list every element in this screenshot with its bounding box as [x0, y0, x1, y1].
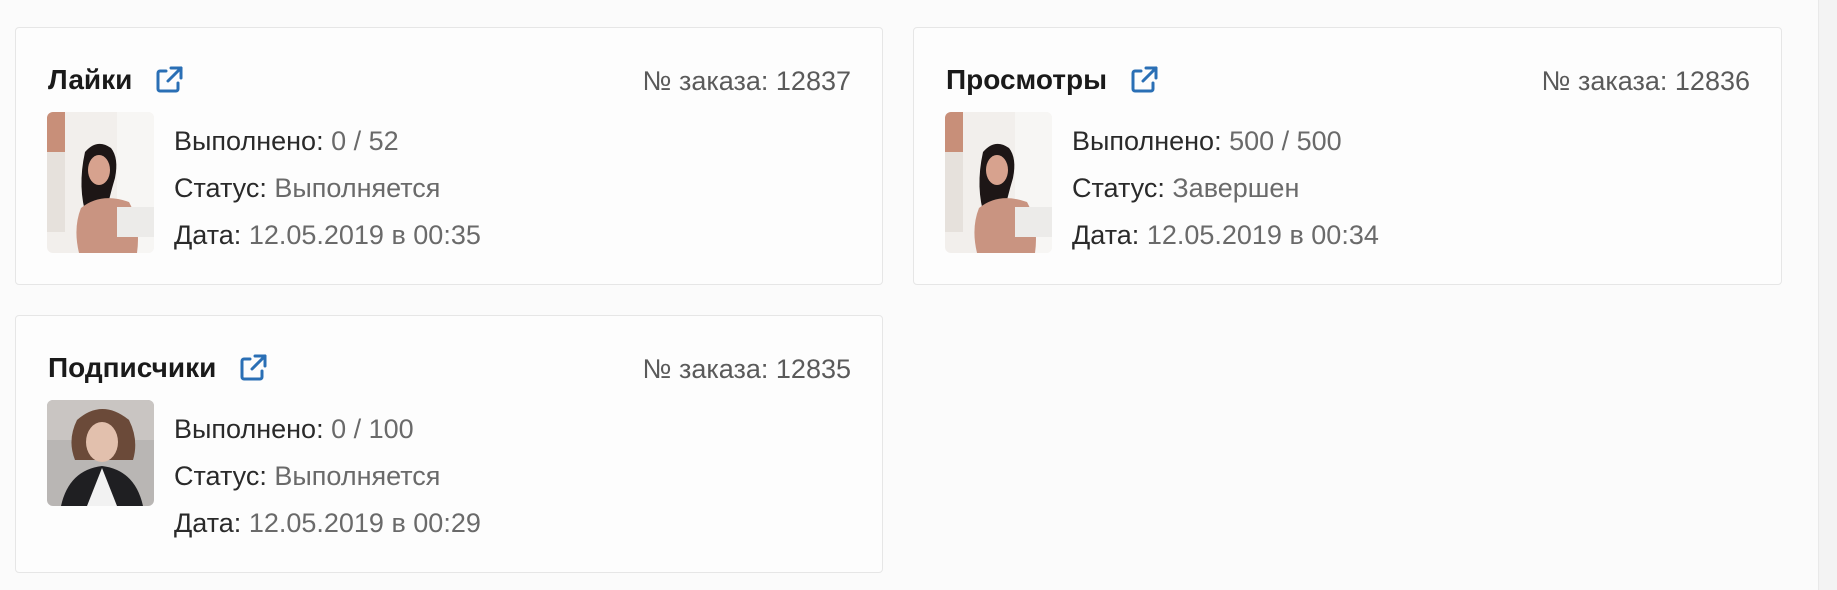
status-row: Статус: Выполняется	[174, 165, 481, 212]
external-link-icon[interactable]	[1129, 65, 1159, 95]
order-info: Выполнено: 0 / 52 Статус: Выполняется Да…	[174, 118, 481, 259]
order-info: Выполнено: 500 / 500 Статус: Завершен Да…	[1072, 118, 1379, 259]
order-title: Подписчики	[48, 352, 268, 384]
profile-photo[interactable]	[47, 400, 154, 506]
order-number-label: № заказа:	[642, 354, 769, 384]
date-row: Дата: 12.05.2019 в 00:34	[1072, 212, 1379, 259]
order-card: Подписчики № заказа: 12835 Выполнено: 0 …	[15, 315, 883, 573]
date-label: Дата:	[1072, 220, 1140, 250]
date-row: Дата: 12.05.2019 в 00:29	[174, 500, 481, 547]
done-value: 500 / 500	[1229, 126, 1342, 156]
done-label: Выполнено:	[174, 414, 324, 444]
done-value: 0 / 100	[331, 414, 414, 444]
date-value: 12.05.2019 в 00:29	[248, 508, 481, 538]
done-label: Выполнено:	[1072, 126, 1222, 156]
external-link-icon[interactable]	[154, 65, 184, 95]
order-title-text: Просмотры	[946, 64, 1108, 95]
orders-page: Лайки № заказа: 12837 Выполнено: 0 / 52 …	[0, 0, 1837, 590]
status-row: Статус: Завершен	[1072, 165, 1379, 212]
order-card: Лайки № заказа: 12837 Выполнено: 0 / 52 …	[15, 27, 883, 285]
profile-photo[interactable]	[47, 112, 154, 253]
status-label: Статус:	[174, 461, 267, 491]
date-label: Дата:	[174, 220, 242, 250]
status-row: Статус: Выполняется	[174, 453, 481, 500]
done-row: Выполнено: 0 / 52	[174, 118, 481, 165]
status-value: Выполняется	[274, 461, 441, 491]
order-number-value: 12837	[775, 66, 851, 96]
done-row: Выполнено: 500 / 500	[1072, 118, 1379, 165]
done-label: Выполнено:	[174, 126, 324, 156]
order-info: Выполнено: 0 / 100 Статус: Выполняется Д…	[174, 406, 481, 547]
status-label: Статус:	[1072, 173, 1165, 203]
order-title: Лайки	[48, 64, 184, 96]
done-value: 0 / 52	[331, 126, 399, 156]
status-value: Выполняется	[274, 173, 441, 203]
date-label: Дата:	[174, 508, 242, 538]
date-value: 12.05.2019 в 00:35	[248, 220, 481, 250]
date-value: 12.05.2019 в 00:34	[1146, 220, 1379, 250]
status-value: Завершен	[1172, 173, 1300, 203]
vertical-scrollbar[interactable]	[1818, 0, 1837, 590]
order-number-label: № заказа:	[1541, 66, 1668, 96]
order-number: № заказа: 12836	[1542, 66, 1751, 97]
order-number: № заказа: 12835	[643, 354, 852, 385]
done-row: Выполнено: 0 / 100	[174, 406, 481, 453]
order-number-value: 12836	[1674, 66, 1750, 96]
order-number-value: 12835	[775, 354, 851, 384]
order-title: Просмотры	[946, 64, 1159, 96]
order-number-label: № заказа:	[642, 66, 769, 96]
order-title-text: Подписчики	[48, 352, 217, 383]
date-row: Дата: 12.05.2019 в 00:35	[174, 212, 481, 259]
status-label: Статус:	[174, 173, 267, 203]
order-number: № заказа: 12837	[643, 66, 852, 97]
external-link-icon[interactable]	[238, 353, 268, 383]
order-card: Просмотры № заказа: 12836 Выполнено: 500…	[913, 27, 1782, 285]
profile-photo[interactable]	[945, 112, 1052, 253]
order-title-text: Лайки	[48, 64, 133, 95]
